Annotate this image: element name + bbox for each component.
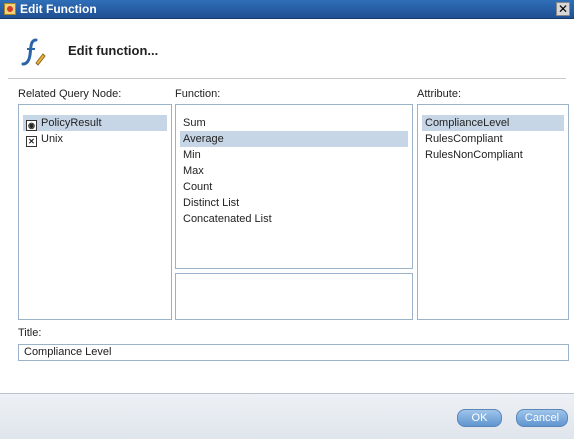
node-item-policyresult[interactable]: ◉ PolicyResult xyxy=(23,115,167,131)
function-item-distinct-list[interactable]: Distinct List xyxy=(180,195,408,211)
window-title: Edit Function xyxy=(20,2,97,16)
cancel-button[interactable]: Cancel xyxy=(516,409,568,427)
attribute-item-rulesnoncompliant[interactable]: RulesNonCompliant xyxy=(422,147,564,163)
function-item-count[interactable]: Count xyxy=(180,179,408,195)
header-divider xyxy=(8,78,566,79)
close-icon[interactable]: ✕ xyxy=(556,2,570,16)
function-description-area xyxy=(175,273,413,320)
attribute-item-compliancelevel[interactable]: ComplianceLevel xyxy=(422,115,564,131)
attribute-list[interactable]: ComplianceLevel RulesCompliant RulesNonC… xyxy=(417,104,569,320)
function-item-min[interactable]: Min xyxy=(180,147,408,163)
function-item-max[interactable]: Max xyxy=(180,163,408,179)
function-label: Function: xyxy=(175,88,221,100)
dialog-footer: OK Cancel xyxy=(0,393,574,439)
node-item-unix[interactable]: ✕ Unix xyxy=(23,131,167,147)
function-item-average[interactable]: Average xyxy=(180,131,408,147)
function-item-concatenated-list[interactable]: Concatenated List xyxy=(180,211,408,227)
function-list[interactable]: Sum Average Min Max Count Distinct List … xyxy=(175,104,413,269)
related-query-node-list[interactable]: ◉ PolicyResult ✕ Unix xyxy=(18,104,172,320)
node-item-label: PolicyResult xyxy=(41,117,102,129)
function-script-icon xyxy=(21,38,46,66)
title-label: Title: xyxy=(18,327,42,339)
ok-button[interactable]: OK xyxy=(457,409,502,427)
dialog-header: Edit function... xyxy=(0,19,574,77)
node-item-label: Unix xyxy=(41,133,64,145)
function-item-sum[interactable]: Sum xyxy=(180,115,408,131)
window-titlebar: Edit Function ✕ xyxy=(0,0,574,19)
attribute-item-rulescompliant[interactable]: RulesCompliant xyxy=(422,131,564,147)
policy-result-icon: ◉ xyxy=(26,120,37,131)
unix-icon: ✕ xyxy=(26,136,37,147)
dialog-heading: Edit function... xyxy=(68,43,159,58)
attribute-label: Attribute: xyxy=(417,88,462,100)
related-query-node-label: Related Query Node: xyxy=(18,88,122,100)
title-input[interactable]: Compliance Level xyxy=(18,344,569,361)
java-app-icon xyxy=(4,3,16,15)
